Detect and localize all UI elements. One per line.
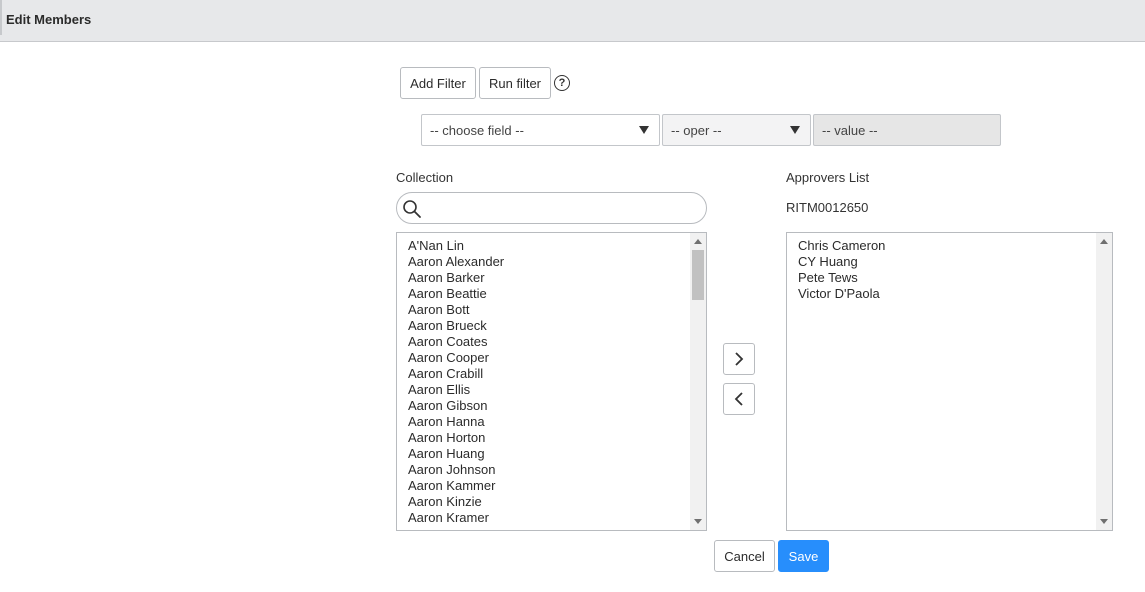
list-item[interactable]: Aaron Hanna: [408, 414, 706, 430]
help-icon[interactable]: ?: [554, 75, 570, 91]
list-item[interactable]: Aaron Horton: [408, 430, 706, 446]
list-item[interactable]: Pete Tews: [798, 270, 1112, 286]
remove-from-approvers-button[interactable]: [723, 383, 755, 415]
list-item[interactable]: Aaron Gibson: [408, 398, 706, 414]
list-item[interactable]: Aaron Alexander: [408, 254, 706, 270]
chevron-left-icon: [734, 392, 743, 406]
approvers-list[interactable]: Chris Cameron CY Huang Pete Tews Victor D'P…: [786, 232, 1113, 531]
scroll-up-arrow-icon[interactable]: [694, 239, 702, 244]
record-number: RITM0012650: [786, 200, 869, 215]
collection-search[interactable]: [396, 192, 707, 224]
list-item[interactable]: Aaron Huang: [408, 446, 706, 462]
save-button[interactable]: Save: [778, 540, 829, 572]
list-item[interactable]: Aaron Bott: [408, 302, 706, 318]
scroll-down-arrow-icon[interactable]: [694, 519, 702, 524]
value-placeholder: -- value --: [822, 122, 878, 138]
list-item[interactable]: Victor D'Paola: [798, 286, 1112, 302]
approver-items: Chris Cameron CY Huang Pete Tews Victor D'P…: [787, 233, 1112, 302]
cancel-button[interactable]: Cancel: [714, 540, 775, 572]
collection-items: A'Nan Lin Aaron Alexander Aaron Barker Aaro…: [397, 233, 706, 526]
list-item[interactable]: Aaron Kammer: [408, 478, 706, 494]
approvers-scrollbar[interactable]: [1096, 233, 1112, 530]
collection-label: Collection: [396, 170, 454, 185]
list-item[interactable]: Aaron Beattie: [408, 286, 706, 302]
list-item[interactable]: Aaron Johnson: [408, 462, 706, 478]
scroll-up-arrow-icon[interactable]: [1100, 239, 1108, 244]
choose-field-select[interactable]: -- choose field --: [421, 114, 660, 146]
run-filter-button[interactable]: Run filter: [479, 67, 551, 99]
scroll-down-arrow-icon[interactable]: [1100, 519, 1108, 524]
operator-select[interactable]: -- oper --: [662, 114, 811, 146]
collection-scrollbar[interactable]: [690, 233, 706, 530]
approvers-list-label: Approvers List: [786, 170, 870, 185]
list-item[interactable]: Aaron Barker: [408, 270, 706, 286]
list-item[interactable]: Aaron Coates: [408, 334, 706, 350]
page-title: Edit Members: [6, 12, 92, 27]
list-item[interactable]: CY Huang: [798, 254, 1112, 270]
add-filter-button[interactable]: Add Filter: [400, 67, 476, 99]
dropdown-arrow-icon: [639, 126, 649, 134]
choose-field-value: -- choose field --: [430, 122, 524, 138]
search-icon: [403, 200, 421, 218]
collection-search-input[interactable]: [425, 197, 699, 221]
list-item[interactable]: Aaron Kinzie: [408, 494, 706, 510]
list-item[interactable]: Aaron Brueck: [408, 318, 706, 334]
header-bar: Edit Members: [0, 0, 1145, 42]
list-item[interactable]: Aaron Crabill: [408, 366, 706, 382]
collection-list[interactable]: A'Nan Lin Aaron Alexander Aaron Barker Aaro…: [396, 232, 707, 531]
operator-value: -- oper --: [671, 122, 722, 138]
list-item[interactable]: Aaron Ellis: [408, 382, 706, 398]
chevron-right-icon: [735, 352, 744, 366]
value-field[interactable]: -- value --: [813, 114, 1001, 146]
dropdown-arrow-icon: [790, 126, 800, 134]
list-item[interactable]: Aaron Cooper: [408, 350, 706, 366]
list-item[interactable]: A'Nan Lin: [408, 238, 706, 254]
list-item[interactable]: Chris Cameron: [798, 238, 1112, 254]
scroll-thumb[interactable]: [692, 250, 704, 300]
list-item[interactable]: Aaron Kramer: [408, 510, 706, 526]
add-to-approvers-button[interactable]: [723, 343, 755, 375]
